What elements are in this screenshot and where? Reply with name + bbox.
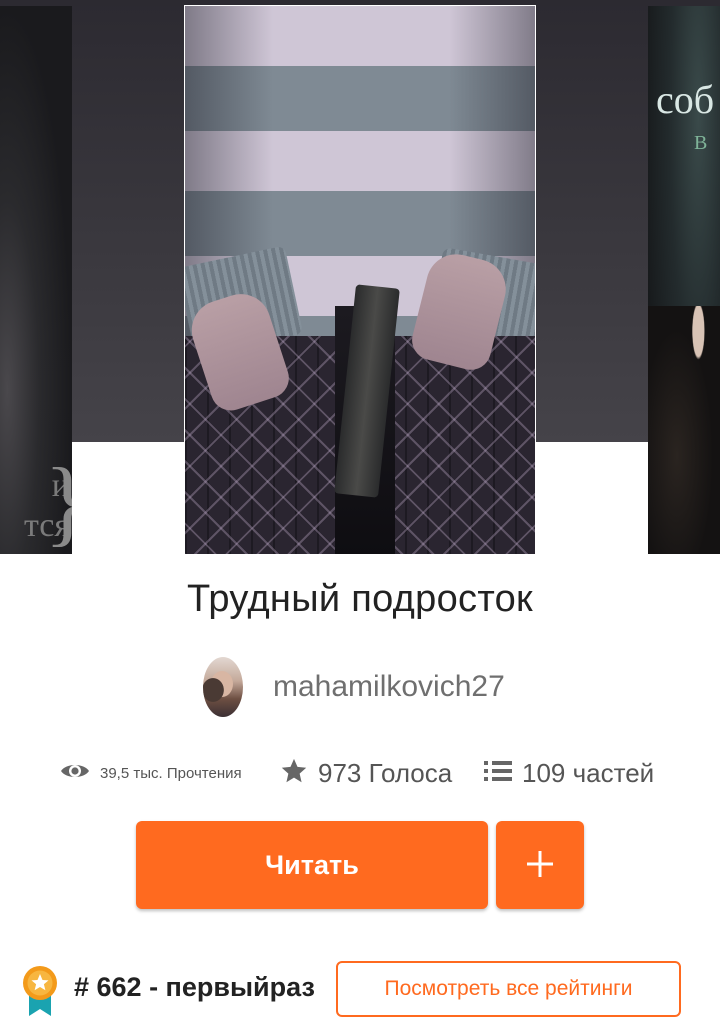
stat-parts: 109 частей xyxy=(484,748,654,798)
add-to-library-button[interactable] xyxy=(496,821,584,909)
cover-previous[interactable]: и тся } xyxy=(0,6,72,554)
stat-reads: 39,5 тыс. Прочтения xyxy=(60,748,242,798)
ranking-label[interactable]: # 662 - первыйраз xyxy=(74,972,315,1003)
view-all-rankings-button[interactable]: Посмотреть все рейтинги xyxy=(336,961,681,1017)
stat-reads-label: 39,5 тыс. Прочтения xyxy=(100,764,242,782)
author-name[interactable]: mahamilkovich27 xyxy=(273,670,505,704)
read-button[interactable]: Читать xyxy=(136,821,488,909)
cover-next-title: соб xyxy=(656,77,715,122)
story-title: Трудный подросток xyxy=(187,578,533,620)
medal-icon xyxy=(21,964,59,1020)
stat-votes-label: 973 Голоса xyxy=(318,757,453,788)
list-icon xyxy=(484,760,512,787)
cover-next-subtitle: В xyxy=(694,132,708,154)
cover-current[interactable] xyxy=(184,5,536,555)
author-avatar[interactable] xyxy=(203,657,243,717)
cover-previous-ornament: } xyxy=(44,454,72,550)
author-link[interactable]: mahamilkovich27 xyxy=(203,657,505,717)
cover-next-figure xyxy=(648,306,720,554)
star-icon xyxy=(280,758,308,789)
cover-next[interactable]: соб В xyxy=(648,6,720,554)
plus-icon xyxy=(526,850,554,881)
eye-icon xyxy=(60,760,90,787)
stat-parts-label: 109 частей xyxy=(522,757,655,788)
story-details-page: и тся } соб В Трудный подросток mahamilk… xyxy=(0,0,720,1022)
stat-votes: 973 Голоса xyxy=(280,748,452,798)
story-stats: 39,5 тыс. Прочтения 973 Голоса 109 часте… xyxy=(0,748,720,798)
ranking-row: # 662 - первыйраз Посмотреть все рейтинг… xyxy=(0,958,720,1022)
